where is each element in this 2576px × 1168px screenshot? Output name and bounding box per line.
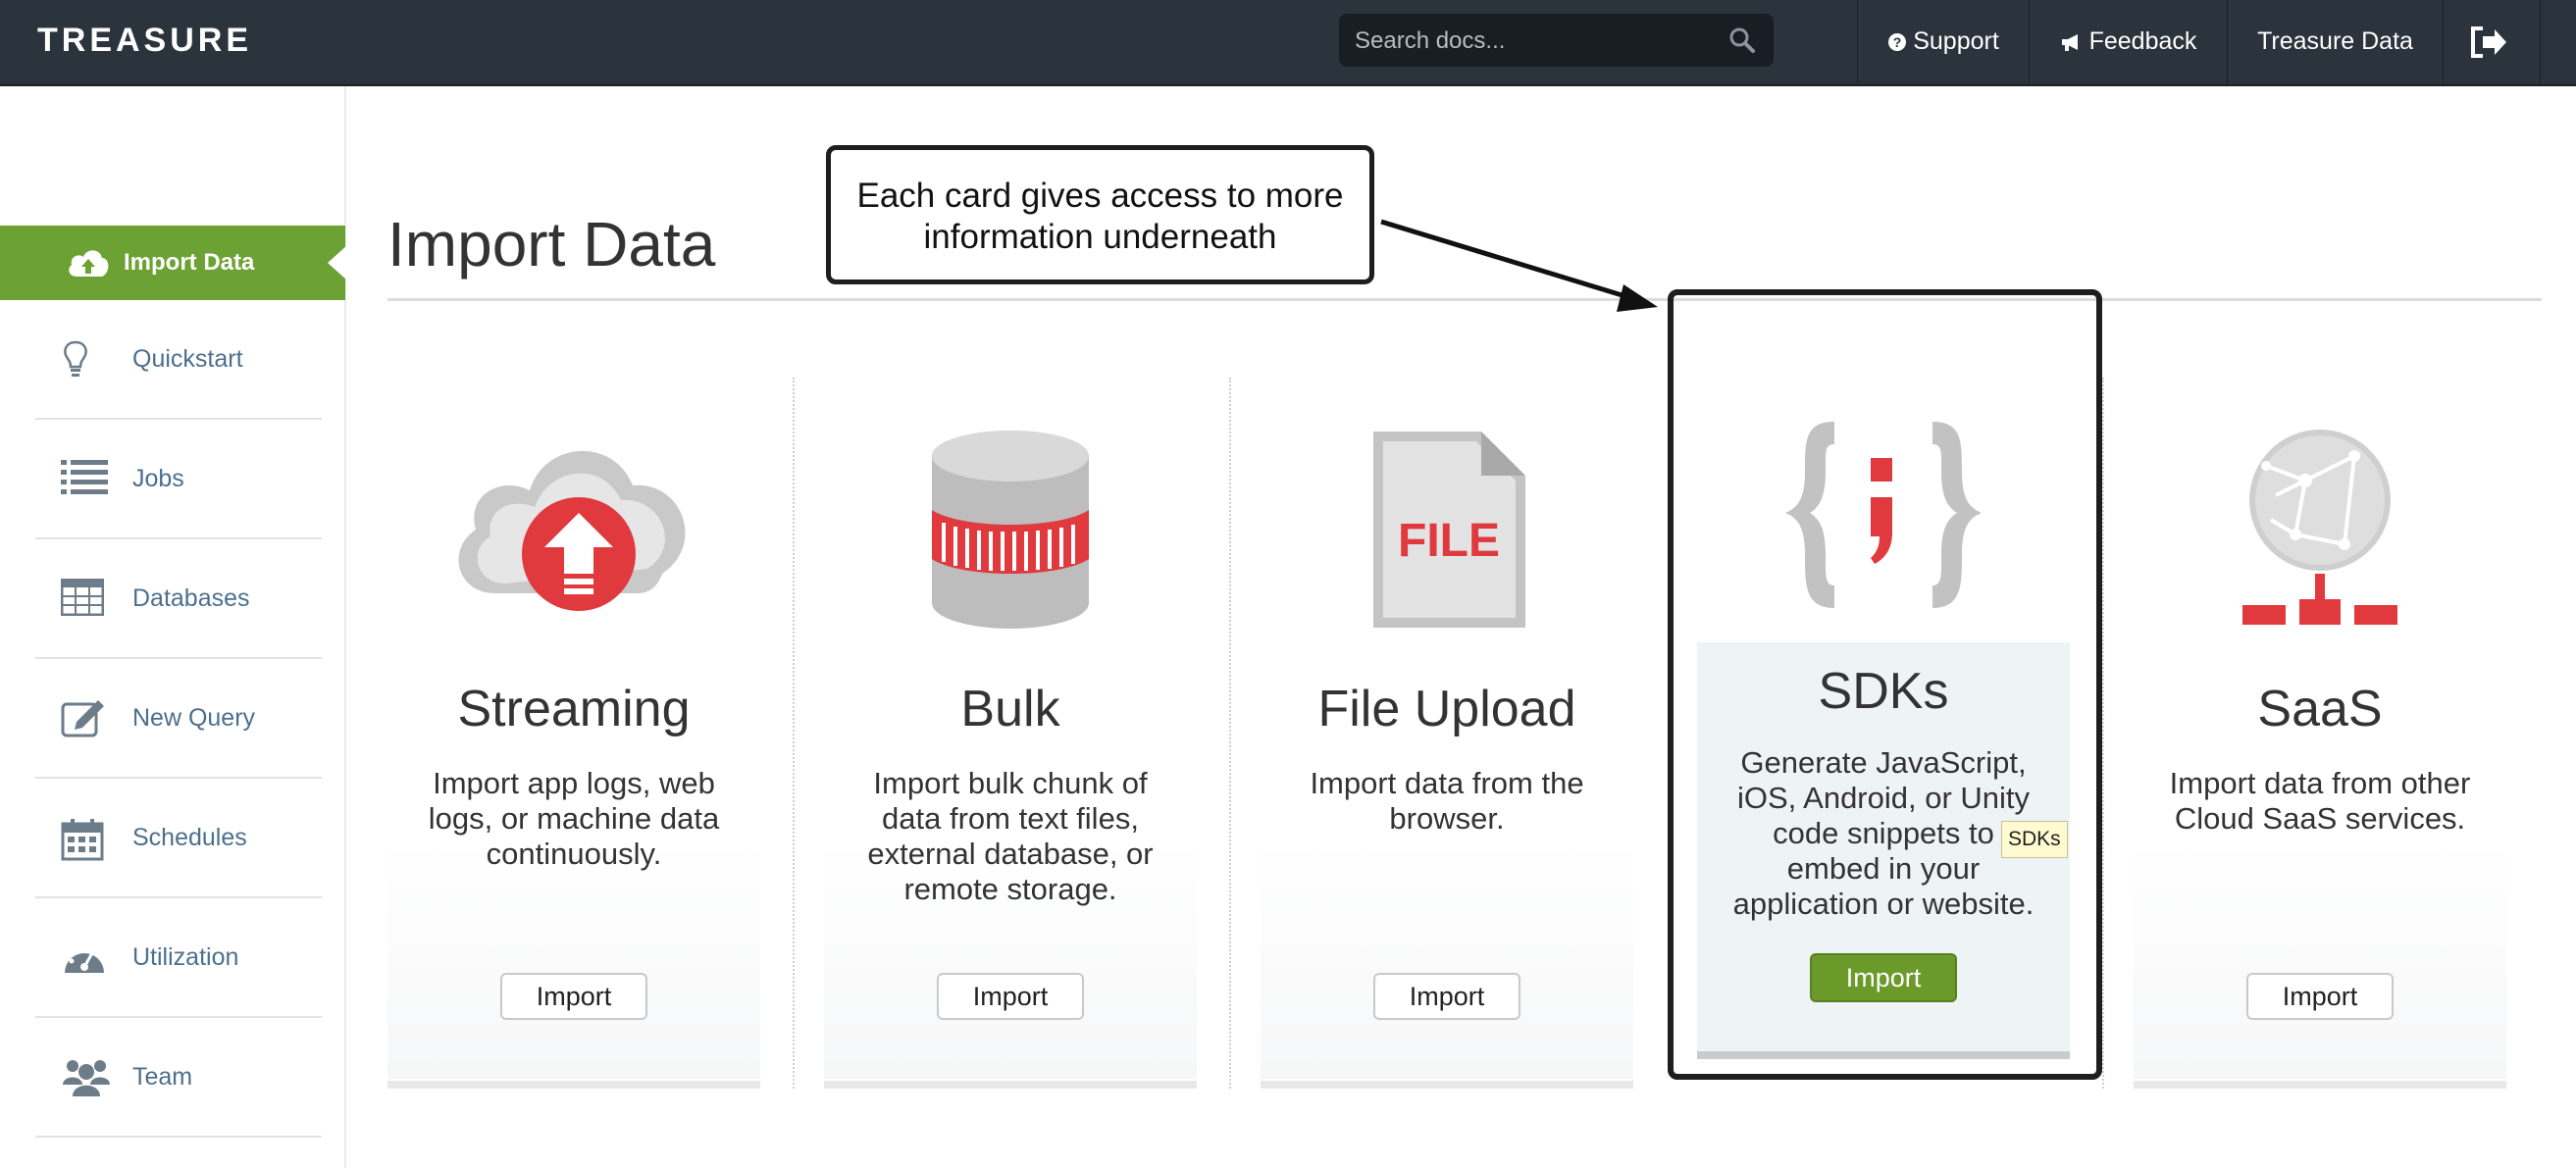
question-circle-icon: ? — [1888, 33, 1907, 52]
card-title: Bulk — [960, 681, 1060, 737]
sidebar-item-label: Import Data — [124, 249, 255, 276]
sidebar-item-label: Utilization — [132, 943, 239, 971]
sidebar-item-label: Team — [132, 1063, 193, 1091]
search-box[interactable] — [1339, 14, 1774, 69]
card-file-upload[interactable]: FILE File Upload Import data from the br… — [1261, 378, 1633, 1089]
sidebar: Import Data Quickstart Jobs Databases Ne… — [0, 86, 347, 1168]
card-description: Import data from other Cloud SaaS servic… — [2169, 766, 2471, 836]
title-divider — [387, 298, 2542, 301]
sidebar-item-schedules[interactable]: Schedules — [35, 779, 322, 898]
card-title: Streaming — [457, 681, 691, 737]
card-description: Import data from the browser. — [1310, 766, 1584, 836]
top-nav-bar: TREASURE ? Support Feedback Treasure Dat… — [0, 0, 2576, 86]
highlight-box — [1668, 289, 2102, 1080]
card-title: SaaS — [2257, 681, 2383, 737]
support-link[interactable]: ? Support — [1857, 0, 2029, 84]
sdks-tooltip: SDKs — [2001, 821, 2068, 858]
edit-icon — [61, 700, 104, 737]
sidebar-item-utilization[interactable]: Utilization — [35, 898, 322, 1018]
card-description: Import app logs, web logs, or machine da… — [428, 766, 720, 871]
list-icon — [61, 460, 108, 494]
card-divider — [793, 378, 795, 1089]
file-icon-text: FILE — [1398, 515, 1500, 567]
card-description: Import bulk chunk of data from text file… — [867, 766, 1154, 906]
database-icon — [932, 431, 1089, 629]
cloud-upload-icon — [69, 250, 109, 277]
import-button[interactable]: Import — [937, 973, 1084, 1020]
callout-text: Each card gives access to more informati… — [856, 177, 1344, 256]
import-button[interactable]: Import — [2246, 973, 2394, 1020]
feedback-label: Feedback — [2088, 27, 2197, 55]
support-label: Support — [1913, 27, 1999, 55]
sidebar-item-databases[interactable]: Databases — [35, 539, 322, 659]
card-saas[interactable]: SaaS Import data from other Cloud SaaS s… — [2134, 378, 2506, 1089]
card-divider — [2102, 378, 2104, 1089]
users-icon — [63, 1060, 110, 1096]
search-input[interactable] — [1353, 14, 1720, 69]
card-footer-area — [2134, 838, 2506, 1079]
logout-button[interactable] — [2443, 0, 2541, 84]
card-bottom-border — [1261, 1081, 1633, 1089]
card-footer-area — [1261, 838, 1633, 1079]
card-bottom-border — [387, 1081, 760, 1089]
sidebar-item-jobs[interactable]: Jobs — [35, 420, 322, 539]
card-streaming[interactable]: Streaming Import app logs, web logs, or … — [387, 378, 760, 1089]
calendar-icon — [61, 819, 104, 861]
card-divider — [1229, 378, 1231, 1089]
annotation-callout: Each card gives access to more informati… — [826, 145, 1374, 284]
feedback-link[interactable]: Feedback — [2029, 0, 2227, 84]
sidebar-item-new-query[interactable]: New Query — [35, 659, 322, 779]
lightbulb-icon — [64, 340, 87, 377]
sidebar-item-label: New Query — [132, 704, 256, 732]
import-button[interactable]: Import — [1373, 973, 1520, 1020]
page-title: Import Data — [387, 209, 716, 279]
card-bottom-border — [824, 1081, 1197, 1089]
sidebar-item-label: Quickstart — [132, 345, 243, 373]
treasure-data-account-link[interactable]: Treasure Data — [2227, 0, 2443, 84]
megaphone-icon — [2061, 34, 2078, 52]
sign-out-icon — [2471, 26, 2506, 59]
globe-network-icon — [2242, 430, 2397, 625]
sidebar-item-team[interactable]: Team — [35, 1018, 322, 1138]
sidebar-item-import-data[interactable]: Import Data — [0, 226, 347, 300]
sidebar-item-label: Jobs — [132, 465, 184, 492]
import-button[interactable]: Import — [500, 973, 647, 1020]
svg-text:?: ? — [1893, 34, 1902, 50]
sidebar-item-label: Schedules — [132, 824, 247, 851]
card-footer-area — [387, 838, 760, 1079]
treasure-logo[interactable]: TREASURE — [37, 22, 252, 60]
card-bottom-border — [2134, 1081, 2506, 1089]
card-title: File Upload — [1317, 681, 1576, 737]
sidebar-item-label: Databases — [132, 584, 250, 612]
search-icon[interactable] — [1728, 26, 1756, 54]
file-icon: FILE — [1373, 432, 1525, 628]
sidebar-item-quickstart[interactable]: Quickstart — [35, 300, 322, 420]
cloud-upload-icon — [458, 450, 686, 611]
table-icon — [61, 579, 104, 616]
card-bulk[interactable]: Bulk Import bulk chunk of data from text… — [824, 378, 1197, 1089]
dashboard-icon — [65, 943, 104, 973]
